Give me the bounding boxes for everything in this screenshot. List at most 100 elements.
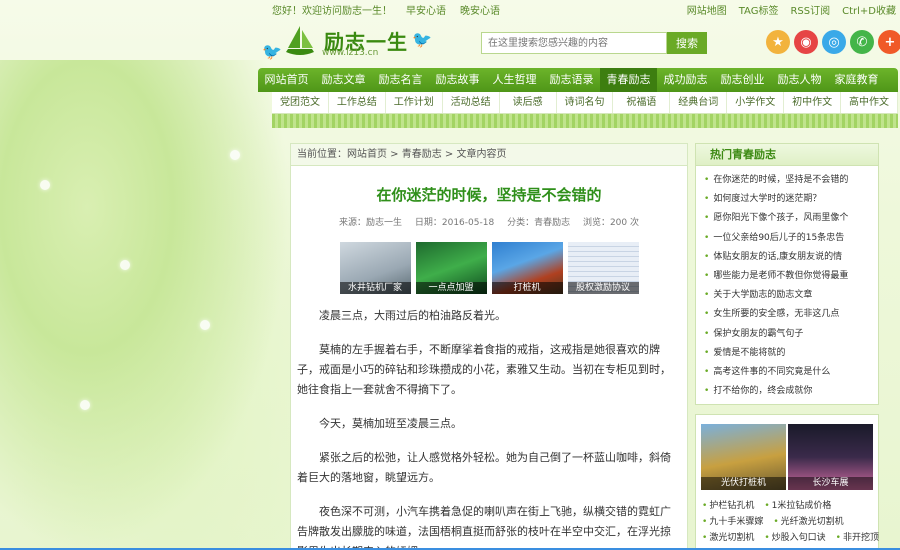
article-meta: 来源：励志一生 日期：2016-05-18 分类：青春励志 浏览：200 次 <box>291 215 687 228</box>
sailboat-logo-icon <box>286 26 314 55</box>
bird-decoration-icon: 🐦 <box>262 42 282 61</box>
welcome-text: 您好！欢迎访问励志一生！ <box>272 6 392 17</box>
tag-link[interactable]: TAG标签 <box>739 2 779 17</box>
sidebar-ads-panel: 光伏打桩机 长沙车展 护栏钻孔机 1米拉钻成价格 九十手米骤嫁 光纤激光切割机 … <box>695 414 879 550</box>
ad-thumbnail[interactable]: 股权激励协议 <box>567 242 639 294</box>
subnav-item[interactable]: 党团范文 <box>272 92 329 113</box>
ad-caption: 股权激励协议 <box>567 282 639 294</box>
article-paragraph: 紧张之后的松弛，让人感觉格外轻松。她为自己倒了一杯蓝山咖啡，斜倚着巨大的落地窗，… <box>297 451 671 484</box>
article-paragraph: 今天，莫楠加班至凌晨三点。 <box>319 417 462 430</box>
sidebar-ad-image[interactable]: 长沙车展 <box>788 424 873 490</box>
hot-article-link[interactable]: 爱情是不能将就的 <box>704 344 874 363</box>
qq-icon[interactable]: ◎ <box>822 30 846 54</box>
bookmark-link[interactable]: Ctrl+D收藏 <box>842 2 896 17</box>
search-button[interactable]: 搜索 <box>667 32 707 54</box>
ad-caption: 水井钻机厂家 <box>339 282 411 294</box>
article-date: 日期：2016-05-18 <box>414 218 495 228</box>
nav-item-startup[interactable]: 励志创业 <box>714 68 771 92</box>
sidebar-ad-link[interactable]: 1米拉钻成价格 <box>764 498 832 514</box>
sidebar-ad-link[interactable]: 九十手米骤嫁 <box>702 514 763 530</box>
social-icons: ★ ◉ ◎ ✆ + <box>766 30 900 54</box>
nav-item-home[interactable]: 网站首页 <box>258 68 315 92</box>
nav-item-quotes[interactable]: 励志名言 <box>372 68 429 92</box>
hot-article-link[interactable]: 愿你阳光下像个孩子，风雨里像个 <box>704 209 874 228</box>
sidebar-ad-link[interactable]: 激光切割机 <box>702 530 754 546</box>
primary-nav: 网站首页 励志文章 励志名言 励志故事 人生哲理 励志语录 青春励志 成功励志 … <box>258 68 898 92</box>
hot-article-link[interactable]: 哪些能力是老师不教但你觉得最重 <box>704 267 874 286</box>
subnav-item[interactable]: 工作总结 <box>329 92 386 113</box>
sidebar-ad-caption: 光伏打桩机 <box>701 477 786 490</box>
sidebar-ad-image[interactable]: 光伏打桩机 <box>701 424 786 490</box>
subnav-item[interactable]: 初中作文 <box>784 92 842 113</box>
subnav-item[interactable]: 工作计划 <box>386 92 443 113</box>
article-body: 凌晨三点，大雨过后的柏油路反着光。 莫楠的左手握着右手，不断摩挲着食指的戒指，这… <box>291 306 687 550</box>
add-more-icon[interactable]: + <box>878 30 900 54</box>
ad-caption: 打桩机 <box>491 282 563 294</box>
flower-decoration <box>200 320 210 330</box>
hot-article-link[interactable]: 如何度过大学时的迷茫期？ <box>704 190 874 209</box>
flower-decoration <box>80 400 90 410</box>
article-source: 来源：励志一生 <box>338 218 402 228</box>
flower-decoration <box>120 260 130 270</box>
hot-article-link[interactable]: 一位父亲给90后儿子的15条忠告 <box>704 229 874 248</box>
hot-article-link[interactable]: 体贴女朋友的话,康女朋友说的情 <box>704 248 874 267</box>
hot-articles-title: 热门青春励志 <box>696 144 878 166</box>
logo-url: www.lz13.cn <box>322 48 379 58</box>
hot-article-link[interactable]: 保护女朋友的霸气句子 <box>704 325 874 344</box>
article-paragraph: 凌晨三点，大雨过后的柏油路反着光。 <box>319 309 506 322</box>
nav-item-philosophy[interactable]: 人生哲理 <box>486 68 543 92</box>
hot-article-link[interactable]: 关于大学励志的励志文章 <box>704 286 874 305</box>
sidebar-ad-images: 光伏打桩机 长沙车展 <box>696 415 878 490</box>
morning-quotes-link[interactable]: 早安心语 <box>406 2 446 17</box>
sitemap-link[interactable]: 网站地图 <box>687 2 727 17</box>
decorative-foliage <box>0 60 290 550</box>
subnav-item[interactable]: 诗词名句 <box>557 92 614 113</box>
hot-article-link[interactable]: 打不给你的，终会成就你 <box>704 382 874 401</box>
ad-thumbnail[interactable]: 打桩机 <box>491 242 563 294</box>
ad-thumbnails: 水井钻机厂家 一点点加盟 打桩机 股权激励协议 <box>291 242 687 294</box>
top-bar: 您好！欢迎访问励志一生！ 早安心语 晚安心语 网站地图 TAG标签 RSS订阅 … <box>0 0 900 17</box>
sidebar-ad-links: 护栏钻孔机 1米拉钻成价格 九十手米骤嫁 光纤激光切割机 激光切割机 炒股入句口… <box>696 490 879 546</box>
favorite-star-icon[interactable]: ★ <box>766 30 790 54</box>
subnav-item[interactable]: 小学作文 <box>727 92 785 113</box>
nav-item-youth[interactable]: 青春励志 <box>600 68 657 92</box>
breadcrumb: 当前位置：网站首页 > 青春励志 > 文章内容页 <box>291 144 687 166</box>
article-panel: 当前位置：网站首页 > 青春励志 > 文章内容页 在你迷茫的时候，坚持是不会错的… <box>290 143 688 550</box>
nav-item-sayings[interactable]: 励志语录 <box>543 68 600 92</box>
article-paragraph: 夜色深不可测，小汽车携着急促的喇叭声在街上飞驰，纵横交错的霓虹广告牌散发出朦胧的… <box>297 505 671 550</box>
subnav-item[interactable]: 读后感 <box>500 92 557 113</box>
sidebar-ad-caption: 长沙车展 <box>788 477 873 490</box>
hot-articles-panel: 热门青春励志 在你迷茫的时候，坚持是不会错的 如何度过大学时的迷茫期？ 愿你阳光… <box>695 143 879 405</box>
article-paragraph: 莫楠的左手握着右手，不断摩挲着食指的戒指，这戒指是她很喜欢的牌子，戒面是小巧的碎… <box>297 343 671 396</box>
flower-decoration <box>230 150 240 160</box>
sidebar-ad-link[interactable]: 炒股入句口诀 <box>764 530 826 546</box>
nav-item-articles[interactable]: 励志文章 <box>315 68 372 92</box>
sidebar-ad-link[interactable]: 非开挖顶 <box>836 530 879 546</box>
hot-articles-list: 在你迷茫的时候，坚持是不会错的 如何度过大学时的迷茫期？ 愿你阳光下像个孩子，风… <box>696 166 878 401</box>
article-views: 浏览：200 次 <box>582 218 639 228</box>
ad-caption: 一点点加盟 <box>415 282 487 294</box>
subnav-item[interactable]: 经典台词 <box>670 92 728 113</box>
search-input[interactable] <box>481 32 667 54</box>
sidebar-ad-link[interactable]: 光纤激光切割机 <box>773 514 844 530</box>
wechat-icon[interactable]: ✆ <box>850 30 874 54</box>
rss-link[interactable]: RSS订阅 <box>790 2 830 17</box>
subnav-item[interactable]: 高中作文 <box>841 92 898 113</box>
nav-item-stories[interactable]: 励志故事 <box>429 68 486 92</box>
flower-decoration <box>40 180 50 190</box>
nav-item-people[interactable]: 励志人物 <box>771 68 828 92</box>
grass-divider <box>272 114 898 128</box>
hot-article-link[interactable]: 在你迷茫的时候，坚持是不会错的 <box>704 171 874 190</box>
ad-thumbnail[interactable]: 一点点加盟 <box>415 242 487 294</box>
hot-article-link[interactable]: 高考这件事的不同究竟是什么 <box>704 363 874 382</box>
nav-item-success[interactable]: 成功励志 <box>657 68 714 92</box>
subnav-item[interactable]: 活动总结 <box>443 92 500 113</box>
hot-article-link[interactable]: 女生所要的安全感，无非这几点 <box>704 305 874 324</box>
nav-item-family[interactable]: 家庭教育 <box>828 68 885 92</box>
sidebar-ad-link[interactable]: 护栏钻孔机 <box>702 498 754 514</box>
evening-quotes-link[interactable]: 晚安心语 <box>460 2 500 17</box>
secondary-nav: 党团范文 工作总结 工作计划 活动总结 读后感 诗词名句 祝福语 经典台词 小学… <box>272 92 898 114</box>
ad-thumbnail[interactable]: 水井钻机厂家 <box>339 242 411 294</box>
subnav-item[interactable]: 祝福语 <box>613 92 671 113</box>
weibo-icon[interactable]: ◉ <box>794 30 818 54</box>
